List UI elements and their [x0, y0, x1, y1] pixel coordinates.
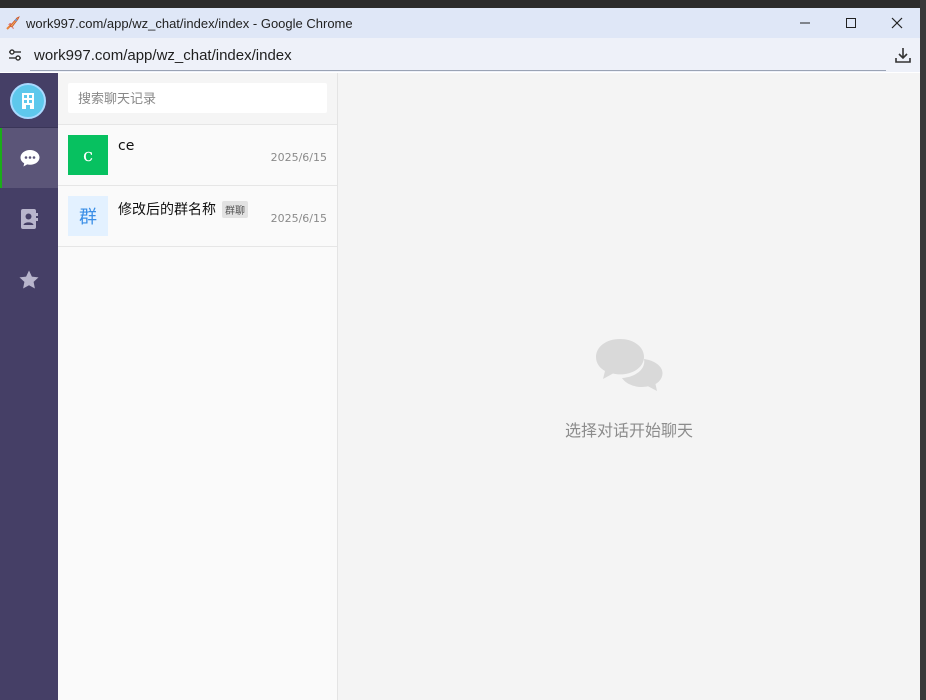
title-bar[interactable]: work997.com/app/wz_chat/index/index - Go… [0, 8, 920, 38]
maximize-icon [846, 18, 856, 28]
download-button[interactable] [892, 44, 914, 66]
rocket-favicon-icon [4, 14, 22, 32]
minimize-button[interactable] [782, 8, 828, 38]
nav-item-contacts[interactable] [0, 189, 58, 249]
empty-state-text: 选择对话开始聊天 [564, 421, 693, 440]
nav-item-favorites[interactable] [0, 250, 58, 310]
conversation-list-panel: c ce 2025/6/15 群 修改后的群名称 群聊 2025/6/15 [58, 73, 338, 700]
close-icon [891, 17, 903, 29]
conversation-item[interactable]: c ce 2025/6/15 [58, 125, 337, 186]
conversation-name-text: ce [118, 138, 135, 154]
download-icon [895, 48, 911, 63]
desktop-background [0, 0, 926, 8]
star-icon [19, 270, 39, 289]
chat-main-area: 选择对话开始聊天 [338, 73, 920, 700]
conversation-name: 修改后的群名称 群聊 [118, 199, 248, 219]
conversation-item[interactable]: 群 修改后的群名称 群聊 2025/6/15 [58, 186, 337, 247]
window-title: work997.com/app/wz_chat/index/index - Go… [26, 15, 353, 31]
chat-bubbles-icon [596, 339, 663, 391]
site-info-button[interactable] [4, 44, 26, 66]
desktop-background-right [920, 0, 926, 700]
conversation-name: ce [118, 138, 134, 154]
minimize-icon [800, 22, 810, 24]
search-input[interactable] [68, 83, 327, 113]
user-avatar[interactable] [10, 83, 46, 119]
browser-window: work997.com/app/wz_chat/index/index - Go… [0, 8, 920, 700]
conversation-name-text: 修改后的群名称 [118, 202, 216, 218]
conversation-avatar: c [68, 135, 108, 175]
chat-app: c ce 2025/6/15 群 修改后的群名称 群聊 2025/6/15 选 [0, 73, 920, 700]
tune-icon [9, 49, 21, 61]
address-underline [30, 70, 886, 71]
url-input[interactable]: work997.com/app/wz_chat/index/index [34, 47, 292, 64]
building-icon [22, 93, 34, 109]
maximize-button[interactable] [828, 8, 874, 38]
conversation-avatar: 群 [68, 196, 108, 236]
close-button[interactable] [874, 8, 920, 38]
conversation-time: 2025/6/15 [270, 212, 327, 225]
search-bar [58, 73, 337, 125]
chat-bubble-icon [20, 150, 40, 167]
conversation-time: 2025/6/15 [270, 151, 327, 164]
side-nav [0, 73, 58, 700]
nav-item-chats[interactable] [0, 128, 58, 188]
address-bar: work997.com/app/wz_chat/index/index [0, 38, 920, 72]
contacts-icon [21, 209, 38, 229]
group-chat-badge: 群聊 [222, 200, 248, 218]
